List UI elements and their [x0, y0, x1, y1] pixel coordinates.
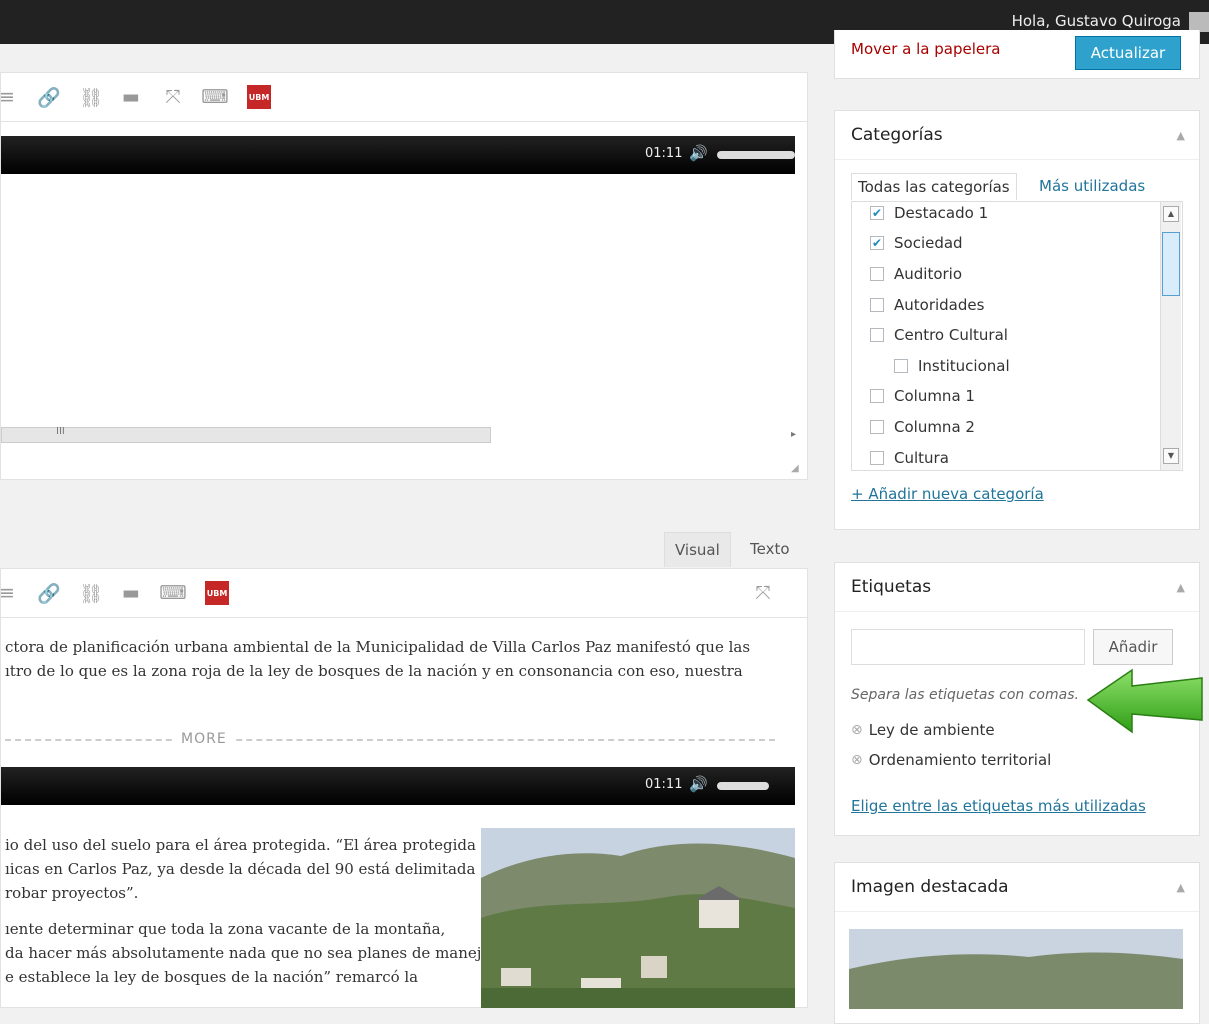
collapse-icon[interactable]: ▲ — [1177, 581, 1185, 594]
volume-icon[interactable]: 🔊 — [689, 775, 708, 793]
categories-box: Categorías ▲ Todas las categorías Más ut… — [834, 110, 1200, 530]
checkbox[interactable] — [870, 267, 884, 281]
scroll-right-arrow[interactable]: ▸ — [791, 429, 796, 440]
editor-box-top: ≡ 🔗 ⛓ ▬ ⤧ ⌨ UBM 01:11 🔊 III ▸ ◢ — [0, 72, 808, 480]
category-item[interactable]: ✔ Destacado 1 — [870, 204, 988, 222]
checkbox[interactable] — [870, 451, 884, 465]
unlink-icon[interactable]: ⛓ — [79, 581, 103, 605]
avatar[interactable] — [1189, 12, 1209, 32]
content-editor: ≡ 🔗 ⛓ ▬ ⌨ UBM ⤧ ctora de planificación u… — [0, 568, 808, 1008]
horizontal-scrollbar[interactable]: III — [1, 426, 491, 443]
category-item[interactable]: Centro Cultural — [870, 326, 1008, 344]
category-item[interactable]: Cultura — [870, 449, 949, 467]
collapse-icon[interactable]: ▲ — [1177, 129, 1185, 142]
more-divider: MORE — [5, 731, 775, 747]
category-item[interactable]: Auditorio — [870, 265, 962, 283]
resize-handle[interactable]: ◢ — [791, 463, 799, 474]
editor-toolbar-top: ≡ 🔗 ⛓ ▬ ⤧ ⌨ UBM — [0, 73, 807, 122]
update-button[interactable]: Actualizar — [1075, 36, 1181, 70]
fullscreen-icon[interactable]: ⤧ — [751, 581, 775, 605]
align-icon[interactable]: ≡ — [0, 581, 19, 605]
player-time: 01:11 — [645, 146, 683, 161]
ubm-plugin-icon[interactable]: UBM — [247, 85, 271, 109]
video-player-top[interactable]: 01:11 🔊 — [1, 136, 795, 174]
more-label: MORE — [173, 731, 235, 747]
tab-visual[interactable]: Visual — [664, 532, 731, 567]
categories-title: Categorías — [851, 125, 943, 145]
tab-all-categories[interactable]: Todas las categorías — [851, 173, 1017, 200]
checkbox[interactable] — [870, 420, 884, 434]
featured-title: Imagen destacada — [851, 877, 1009, 897]
category-item[interactable]: Columna 2 — [870, 418, 975, 436]
volume-icon[interactable]: 🔊 — [689, 144, 708, 162]
scroll-down-arrow[interactable]: ▼ — [1163, 448, 1179, 464]
tag-item: ⊗ Ordenamiento territorial — [851, 751, 1052, 769]
categories-checklist: ✔ Destacado 1 ✔ Sociedad Auditorio Autorid… — [851, 201, 1183, 471]
checkbox[interactable] — [870, 389, 884, 403]
more-tag-icon[interactable]: ▬ — [119, 85, 143, 109]
category-item[interactable]: Columna 1 — [870, 387, 975, 405]
green-arrow-icon — [1086, 668, 1203, 734]
checkbox[interactable] — [894, 359, 908, 373]
unlink-icon[interactable]: ⛓ — [79, 85, 103, 109]
tag-input[interactable] — [851, 629, 1085, 665]
category-item[interactable]: ✔ Sociedad — [870, 234, 963, 252]
category-item[interactable]: Autoridades — [870, 296, 984, 314]
video-player-content[interactable]: 01:11 🔊 — [1, 767, 795, 805]
scroll-up-arrow[interactable]: ▲ — [1163, 206, 1179, 222]
player-time: 01:11 — [645, 777, 683, 792]
checkbox[interactable] — [870, 328, 884, 342]
content-paragraph-1[interactable]: ctora de planificación urbana ambiental … — [5, 635, 750, 683]
vertical-scrollbar[interactable]: ▲ ▼ — [1160, 202, 1181, 470]
tab-text[interactable]: Texto — [740, 532, 800, 566]
volume-slider[interactable] — [717, 782, 769, 790]
content-paragraph-2[interactable]: io del uso del suelo para el área proteg… — [5, 833, 497, 905]
add-category-link[interactable]: + Añadir nueva categoría — [851, 485, 1044, 503]
trash-link[interactable]: Mover a la papelera — [851, 40, 1000, 58]
remove-tag-icon[interactable]: ⊗ — [851, 752, 863, 768]
link-icon[interactable]: 🔗 — [37, 85, 61, 109]
publish-box: Mover a la papelera Actualizar — [834, 30, 1200, 79]
tab-most-used[interactable]: Más utilizadas — [1039, 177, 1145, 195]
tags-hint: Separa las etiquetas con comas. — [851, 687, 1079, 703]
volume-slider[interactable] — [717, 151, 795, 159]
checkbox[interactable] — [870, 298, 884, 312]
link-icon[interactable]: 🔗 — [37, 581, 61, 605]
add-tag-button[interactable]: Añadir — [1093, 629, 1173, 665]
admin-greeting[interactable]: Hola, Gustavo Quiroga — [1012, 12, 1181, 30]
fullscreen-icon[interactable]: ⤧ — [161, 85, 185, 109]
editor-toolbar-content: ≡ 🔗 ⛓ ▬ ⌨ UBM ⤧ — [0, 569, 807, 618]
content-image[interactable] — [481, 828, 795, 1008]
keyboard-icon[interactable]: ⌨ — [159, 581, 186, 605]
choose-tags-link[interactable]: Elige entre las etiquetas más utilizadas — [851, 797, 1146, 815]
scroll-thumb[interactable] — [1162, 232, 1180, 296]
ubm-plugin-icon[interactable]: UBM — [205, 581, 229, 605]
featured-image-box: Imagen destacada ▲ — [834, 862, 1200, 1024]
category-item[interactable]: Institucional — [894, 357, 1010, 375]
keyboard-icon[interactable]: ⌨ — [201, 85, 228, 109]
align-icon[interactable]: ≡ — [0, 85, 19, 109]
tag-item: ⊗ Ley de ambiente — [851, 721, 995, 739]
tags-title: Etiquetas — [851, 577, 932, 597]
more-tag-icon[interactable]: ▬ — [119, 581, 143, 605]
featured-image[interactable] — [849, 929, 1183, 1009]
remove-tag-icon[interactable]: ⊗ — [851, 722, 863, 738]
checkbox-checked[interactable]: ✔ — [870, 206, 884, 220]
content-paragraph-3[interactable]: ıente determinar que toda la zona vacant… — [5, 917, 490, 989]
checkbox-checked[interactable]: ✔ — [870, 236, 884, 250]
scroll-grip: III — [56, 426, 65, 437]
collapse-icon[interactable]: ▲ — [1177, 881, 1185, 894]
